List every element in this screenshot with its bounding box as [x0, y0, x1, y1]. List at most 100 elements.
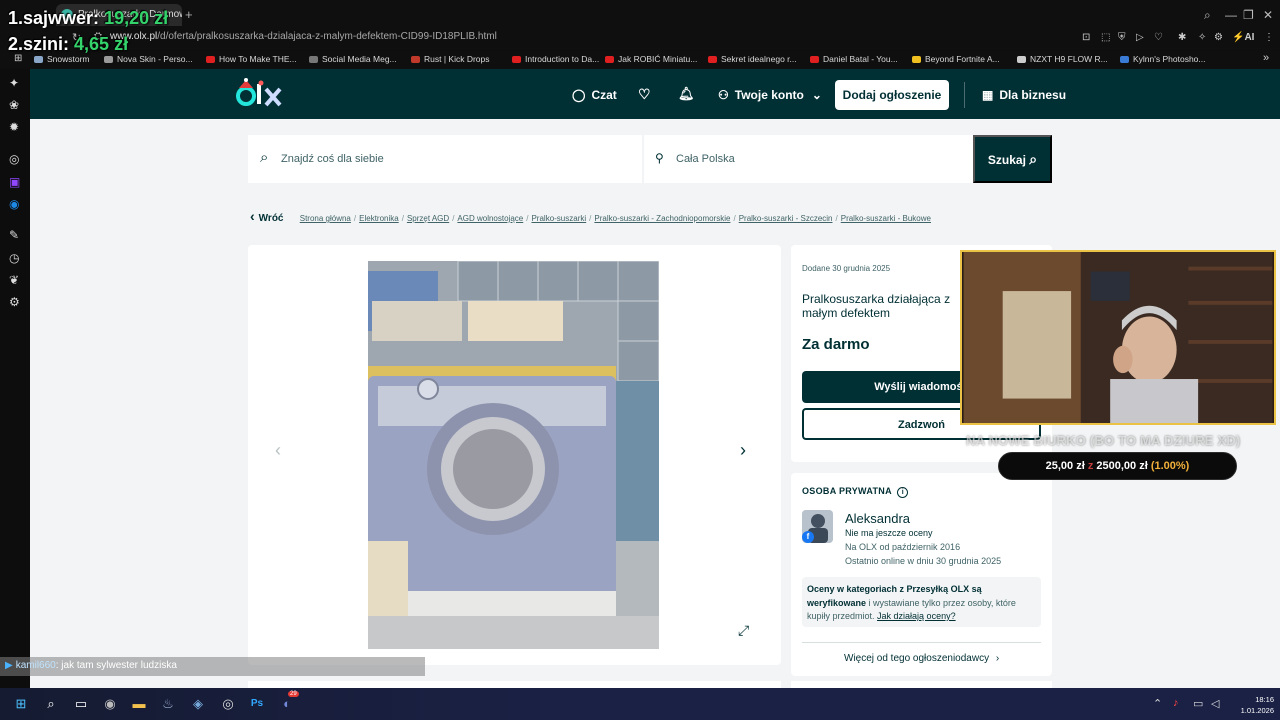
search-icon[interactable]: ⌕: [39, 693, 63, 715]
chat-text: : jak tam sylwester ludziska: [55, 660, 177, 671]
fullscreen-expand-icon[interactable]: ⤢: [738, 622, 749, 639]
screenshot-icon[interactable]: ⬚: [1101, 32, 1110, 43]
next-photo-icon[interactable]: ›: [740, 440, 746, 461]
business-link[interactable]: ▦ Dla biznesu: [982, 88, 1066, 102]
user-icon: ⚇: [718, 88, 729, 102]
bookmark-item[interactable]: NZXT H9 FLOW R...: [1017, 54, 1108, 64]
bookmark-item[interactable]: Nova Skin - Perso...: [104, 54, 193, 64]
sidebar-chatgpt-icon[interactable]: ◎: [9, 152, 19, 166]
steam-icon[interactable]: ♨: [156, 693, 180, 715]
extension-icon[interactable]: ⊡: [1082, 32, 1090, 43]
bookmark-item[interactable]: Rust | Kick Drops: [411, 54, 490, 64]
sidebar-bunny2-icon[interactable]: ❦: [9, 273, 19, 287]
heart-icon[interactable]: ♡: [1154, 32, 1163, 43]
bookmark-item[interactable]: How To Make THE...: [206, 54, 297, 64]
close-window-icon[interactable]: ✕: [1263, 8, 1273, 22]
tray-expand-icon[interactable]: ⌃: [1153, 697, 1162, 710]
settings-icon[interactable]: ⚙: [1214, 32, 1223, 43]
sidebar-star-icon[interactable]: ✹: [9, 120, 19, 134]
add-listing-button[interactable]: Dodaj ogłoszenie: [835, 80, 949, 110]
listing-photo-washing-machine[interactable]: [368, 261, 659, 649]
extension-puzzle-icon[interactable]: ✱: [1178, 32, 1186, 43]
windows-start-icon[interactable]: ⊞: [9, 693, 33, 715]
url-field[interactable]: www.olx.pl/d/oferta/pralkosuszarka-dzial…: [110, 31, 497, 42]
bookmark-item[interactable]: Introduction to Da...: [512, 54, 599, 64]
microphone-icon[interactable]: ♪: [1173, 697, 1179, 709]
how-ratings-work-link[interactable]: Jak działają oceny?: [877, 611, 956, 621]
breadcrumb-link[interactable]: Pralko-suszarki - Zachodniopomorskie: [594, 214, 730, 223]
account-menu[interactable]: ⚇ Twoje konto ⌄: [718, 88, 822, 102]
bookmark-item[interactable]: Snowstorm: [34, 54, 90, 64]
bookmark-favicon-icon: [1120, 56, 1129, 64]
bookmark-item[interactable]: Social Media Meg...: [309, 54, 397, 64]
business-label: Dla biznesu: [999, 88, 1067, 102]
back-link[interactable]: ‹ Wróć: [250, 208, 284, 224]
browser-icon[interactable]: ◎: [216, 693, 240, 715]
location-input[interactable]: ⚲ Cała Polska: [644, 135, 973, 183]
more-from-seller-link[interactable]: Więcej od tego ogłoszeniodawcy ›: [844, 653, 999, 664]
breadcrumb-link[interactable]: Elektronika: [359, 214, 399, 223]
goal-separator: z: [1087, 460, 1094, 472]
photoshop-icon[interactable]: Ps: [245, 693, 269, 715]
breadcrumb-link[interactable]: Pralko-suszarki - Szczecin: [739, 214, 833, 223]
bookmark-label: Rust | Kick Drops: [424, 54, 490, 64]
chat-platform-icon: ▶: [5, 660, 13, 671]
app-icon[interactable]: ◈: [186, 693, 210, 715]
play-icon[interactable]: ▷: [1136, 32, 1144, 43]
rank1-label: 1.sajwwer:: [8, 8, 100, 28]
notifications-bell-icon[interactable]: 🔔︎: [678, 86, 695, 102]
bookmark-favicon-icon: [411, 56, 420, 64]
search-button-label: Szukaj: [987, 152, 1026, 167]
display-icon[interactable]: ▭: [1193, 697, 1203, 710]
olx-logo[interactable]: [236, 78, 286, 110]
breadcrumb-link[interactable]: Strona główna: [300, 214, 351, 223]
search-input[interactable]: ⌕ Znajdź coś dla siebie: [248, 135, 642, 183]
discord-badge: 29: [288, 691, 299, 697]
breadcrumb-link[interactable]: AGD wolnostojące: [457, 214, 523, 223]
sidebar-messenger-icon[interactable]: ◉: [9, 197, 19, 211]
bookmark-item[interactable]: Beyond Fortnite A...: [912, 54, 1000, 64]
info-icon[interactable]: i: [897, 487, 909, 498]
volume-icon[interactable]: ◁: [1211, 697, 1219, 710]
bookmark-favicon-icon: [605, 56, 614, 64]
favorites-heart-icon[interactable]: ♡: [638, 86, 651, 103]
breadcrumb-separator: /: [835, 214, 838, 223]
bookmark-item[interactable]: Kylnn's Photosho...: [1120, 54, 1206, 64]
file-explorer-icon[interactable]: ▬: [127, 693, 151, 715]
seller-name[interactable]: Aleksandra: [845, 511, 910, 526]
breadcrumb-link[interactable]: Sprzęt AGD: [407, 214, 449, 223]
menu-icon[interactable]: ⋮: [1264, 32, 1274, 43]
bookmark-favicon-icon: [912, 56, 921, 64]
bookmark-item[interactable]: Jak ROBIĆ Miniatu...: [605, 54, 697, 64]
chat-link[interactable]: ◯ Czat: [572, 88, 617, 102]
task-view-icon[interactable]: ▭: [69, 693, 93, 715]
breadcrumb: ‹ Wróć Strona główna / Elektronika / Sprzęt A…: [250, 208, 931, 224]
previous-photo-icon[interactable]: ‹: [275, 440, 281, 461]
bookmark-item[interactable]: Daniel Batal - You...: [810, 54, 898, 64]
search-button[interactable]: Szukaj ⌕: [973, 135, 1052, 183]
sidebar-settings-icon[interactable]: ⚙: [9, 295, 20, 309]
sidebar-home-icon[interactable]: ✦: [9, 76, 19, 90]
sidebar-brush-icon[interactable]: ✎: [9, 228, 19, 242]
shield-icon[interactable]: ⛨: [1118, 32, 1126, 43]
chat-bubble-icon: ◯: [572, 88, 586, 102]
bookmarks-more-icon[interactable]: »: [1263, 52, 1269, 64]
breadcrumb-link[interactable]: Pralko-suszarki: [531, 214, 586, 223]
chevron-left-icon: ‹: [250, 208, 255, 224]
sidebar-clock-icon[interactable]: ◷: [9, 251, 19, 265]
ai-icon[interactable]: ⚡AI: [1232, 32, 1254, 43]
breadcrumb-link[interactable]: Pralko-suszarki - Bukowe: [841, 214, 931, 223]
new-tab-button[interactable]: +: [185, 7, 193, 22]
restore-icon[interactable]: ❐: [1243, 8, 1254, 22]
extension-icon[interactable]: ✧: [1198, 32, 1206, 43]
system-clock[interactable]: 18:16 1.01.2026: [1234, 694, 1274, 716]
sidebar-twitch-icon[interactable]: ▣: [9, 175, 20, 189]
search-tabs-icon[interactable]: ⌕: [1204, 8, 1211, 23]
bookmark-favicon-icon: [104, 56, 113, 64]
bookmark-favicon-icon: [1017, 56, 1026, 64]
goal-current: 25,00 zł: [1045, 460, 1085, 472]
obs-icon[interactable]: ◉: [98, 693, 122, 715]
sidebar-bunny-icon[interactable]: ❀: [9, 98, 19, 112]
bookmark-item[interactable]: Sekret idealnego r...: [708, 54, 797, 64]
minimize-icon[interactable]: —: [1225, 8, 1237, 22]
